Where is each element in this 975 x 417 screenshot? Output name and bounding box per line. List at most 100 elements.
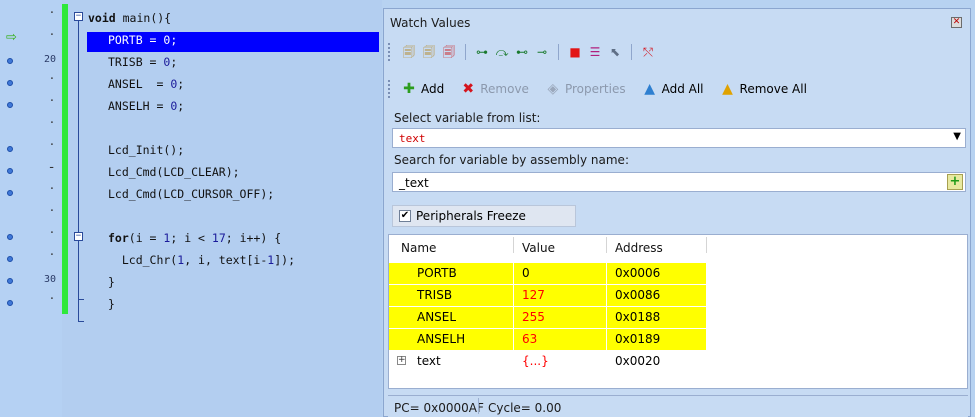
watch-row[interactable]: ANSELH 63 0x0189 — [389, 329, 709, 350]
code-token: Lcd_Init(); — [108, 143, 185, 157]
add-button[interactable]: ✚ Add — [399, 81, 444, 97]
gutter-line[interactable]: - — [0, 160, 62, 182]
watch-toolbar-1: 🗐 🗐 🗐 ⊶ ⤼ ⊷ ⊸ ■ ☰ ⬉ ⤲ — [388, 39, 658, 65]
column-separator[interactable] — [513, 237, 514, 253]
watch-row[interactable]: + text {...} 0x0020 — [389, 351, 709, 372]
watch-row[interactable]: PORTB 0 0x0006 — [389, 263, 709, 284]
properties-icon: ◈ — [547, 81, 559, 97]
breakpoint-marker-icon[interactable] — [7, 300, 13, 306]
step-out-icon[interactable]: ⊷ — [514, 44, 530, 60]
close-icon[interactable]: ✕ — [951, 17, 962, 28]
watch-grid[interactable]: Name Value Address PORTB 0 0x0006 TRISB 127 0… — [388, 234, 968, 389]
watch-row[interactable]: ANSEL 255 0x0188 — [389, 307, 709, 328]
column-header-value[interactable]: Value — [522, 241, 555, 255]
gutter-line[interactable]: · — [0, 226, 62, 248]
gutter-line[interactable]: · — [0, 6, 62, 28]
code-token: Lcd_Chr( — [108, 253, 178, 267]
breakpoint-marker-icon[interactable] — [7, 234, 13, 240]
breakpoint-marker-icon[interactable] — [7, 102, 13, 108]
code-token: ; — [170, 33, 178, 47]
code-line[interactable]: for(i = 1; i < 17; i++) { — [108, 227, 281, 249]
select-variable-label: Select variable from list: — [394, 111, 541, 125]
line-marker: · — [49, 248, 54, 263]
toolbar-grip[interactable] — [388, 80, 393, 98]
code-line[interactable]: TRISB = 0; — [108, 51, 177, 73]
search-value: _text — [399, 176, 429, 190]
gutter-line[interactable]: · — [0, 94, 62, 116]
toolbar-grip[interactable] — [388, 43, 393, 61]
code-editor[interactable]: · void main(){ ⇨ · PORTB = 0; 20 TRISB = 0; · AN… — [0, 0, 382, 417]
code-token: ANSEL = — [108, 77, 171, 91]
line-marker: - — [49, 160, 54, 175]
column-header-address[interactable]: Address — [615, 241, 663, 255]
gutter-line[interactable]: · — [0, 248, 62, 270]
code-line[interactable]: Lcd_Cmd(LCD_CLEAR); — [108, 161, 240, 183]
plus-icon: ✚ — [403, 81, 415, 97]
cell-value: {...} — [522, 354, 549, 368]
peripherals-freeze-label: Peripherals Freeze — [416, 209, 526, 223]
step-over-icon[interactable]: ⤼ — [494, 44, 510, 60]
add-all-icon: ▲ — [644, 81, 655, 97]
breakpoint-marker-icon[interactable] — [7, 168, 13, 174]
cell-address: 0x0188 — [607, 307, 706, 328]
add-variable-icon[interactable]: + — [947, 174, 963, 190]
code-line[interactable]: } — [108, 271, 115, 293]
column-separator[interactable] — [606, 237, 607, 253]
remove-all-button[interactable]: ▲ Remove All — [718, 81, 807, 97]
gutter-line[interactable]: · — [0, 138, 62, 160]
fold-toggle-icon[interactable]: − — [74, 232, 83, 241]
breakpoint-marker-icon[interactable] — [7, 80, 13, 86]
breakpoint-marker-icon[interactable] — [7, 256, 13, 262]
code-line[interactable]: } — [108, 293, 115, 315]
jump-icon[interactable]: ⤲ — [640, 44, 656, 60]
column-header-name[interactable]: Name — [401, 241, 436, 255]
stop-icon[interactable]: ■ — [567, 44, 583, 60]
code-line[interactable]: Lcd_Cmd(LCD_CURSOR_OFF); — [108, 183, 274, 205]
code-line[interactable]: void main(){ — [88, 7, 171, 29]
step-into-icon[interactable]: ⊶ — [474, 44, 490, 60]
breakpoint-marker-icon[interactable] — [7, 190, 13, 196]
copy-icon[interactable]: 🗐 — [401, 44, 417, 60]
line-marker: · — [49, 94, 54, 109]
breakpoint-marker-icon[interactable] — [7, 146, 13, 152]
properties-button[interactable]: ◈ Properties — [543, 81, 626, 97]
add-label: Add — [421, 82, 445, 96]
checkmark-icon[interactable]: ✔ — [399, 210, 411, 222]
dropdown-arrow-icon[interactable]: ▼ — [953, 131, 961, 142]
gutter-line[interactable]: · — [0, 182, 62, 204]
code-token: ; — [177, 77, 185, 91]
add-all-label: Add All — [661, 82, 704, 96]
list-icon[interactable]: ☰ — [587, 44, 603, 60]
peripherals-freeze-checkbox[interactable]: ✔ Peripherals Freeze — [392, 205, 576, 227]
search-input[interactable]: _text + — [392, 172, 966, 192]
watch-row[interactable]: TRISB 127 0x0086 — [389, 285, 709, 306]
code-token: ; — [177, 99, 185, 113]
code-token: ]); — [274, 253, 295, 267]
breakpoint-marker-icon[interactable] — [7, 278, 13, 284]
add-all-button[interactable]: ▲ Add All — [640, 81, 704, 97]
breakpoint-marker-icon[interactable] — [7, 58, 13, 64]
code-line[interactable]: ANSEL = 0; — [108, 73, 184, 95]
fold-toggle-icon[interactable]: − — [74, 12, 83, 21]
paste-icon[interactable]: 🗐 — [421, 44, 437, 60]
gutter-line[interactable]: ⇨ · — [0, 28, 62, 50]
clear-icon[interactable]: 🗐 — [441, 44, 457, 60]
column-separator[interactable] — [706, 237, 707, 253]
gutter-line[interactable]: 30 — [0, 270, 62, 292]
gutter-line[interactable]: 20 — [0, 50, 62, 72]
code-line[interactable]: PORTB = 0; — [108, 29, 177, 51]
status-bar: PC= 0x0000AF Cycle= 0.00 — [388, 395, 968, 417]
gutter-line[interactable]: · — [0, 204, 62, 226]
gutter-line[interactable]: · — [0, 116, 62, 138]
code-line[interactable]: Lcd_Init(); — [108, 139, 184, 161]
code-token: Lcd_Cmd(LCD_CURSOR_OFF); — [108, 187, 275, 201]
code-line[interactable]: ANSELH = 0; — [108, 95, 184, 117]
variable-select[interactable]: text ▼ — [392, 128, 966, 148]
gutter-line[interactable]: · — [0, 292, 62, 314]
cursor-icon[interactable]: ⬉ — [607, 44, 623, 60]
run-to-cursor-icon[interactable]: ⊸ — [534, 44, 550, 60]
gutter-line[interactable]: · — [0, 72, 62, 94]
cell-name: ANSELH — [389, 329, 513, 350]
code-line[interactable]: Lcd_Chr(1, i, text[i-1]); — [108, 249, 295, 271]
remove-button[interactable]: ✖ Remove — [458, 81, 529, 97]
